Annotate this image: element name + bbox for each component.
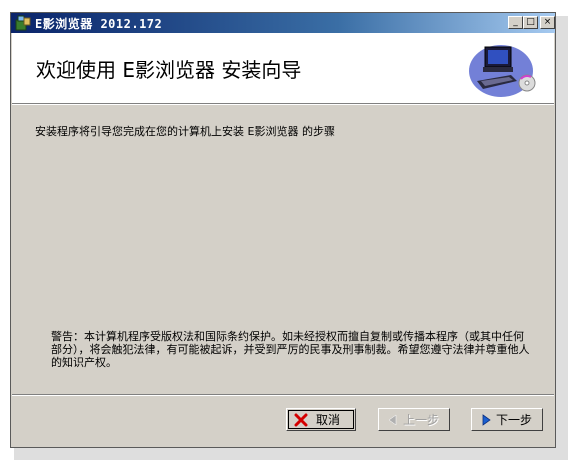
minimize-icon: _: [513, 17, 518, 27]
close-button[interactable]: ×: [540, 16, 555, 29]
computer-cd-icon: [469, 45, 536, 97]
maximize-icon: □: [526, 17, 535, 27]
close-icon: ×: [543, 17, 552, 27]
back-button[interactable]: 上一步: [378, 408, 450, 431]
maximize-button[interactable]: □: [523, 16, 538, 29]
installer-window: E影浏览器 2012.172 _ □ × 欢迎使用 E影浏览器 安装向导 安装程…: [10, 12, 556, 448]
minimize-button[interactable]: _: [508, 16, 523, 29]
back-label: 上一步: [402, 413, 439, 427]
intro-text: 安装程序将引导您完成在您的计算机上安装 E影浏览器 的步骤: [35, 125, 335, 138]
next-button[interactable]: 下一步: [471, 408, 543, 431]
wizard-header: 欢迎使用 E影浏览器 安装向导: [12, 33, 554, 104]
wizard-title: 欢迎使用 E影浏览器 安装向导: [36, 58, 302, 82]
cancel-button[interactable]: 取消: [286, 408, 356, 431]
window-title: E影浏览器 2012.172: [35, 17, 163, 31]
title-bar[interactable]: E影浏览器 2012.172 _ □ ×: [11, 13, 555, 33]
installer-app-icon: [15, 15, 31, 31]
next-label: 下一步: [495, 413, 532, 427]
copyright-warning: 警告：本计算机程序受版权法和国际条约保护。如未经授权而擅自复制或传播本程序（或其…: [51, 330, 530, 369]
cancel-label: 取消: [315, 413, 340, 427]
button-area-divider: [12, 394, 554, 396]
header-divider: [12, 104, 554, 105]
